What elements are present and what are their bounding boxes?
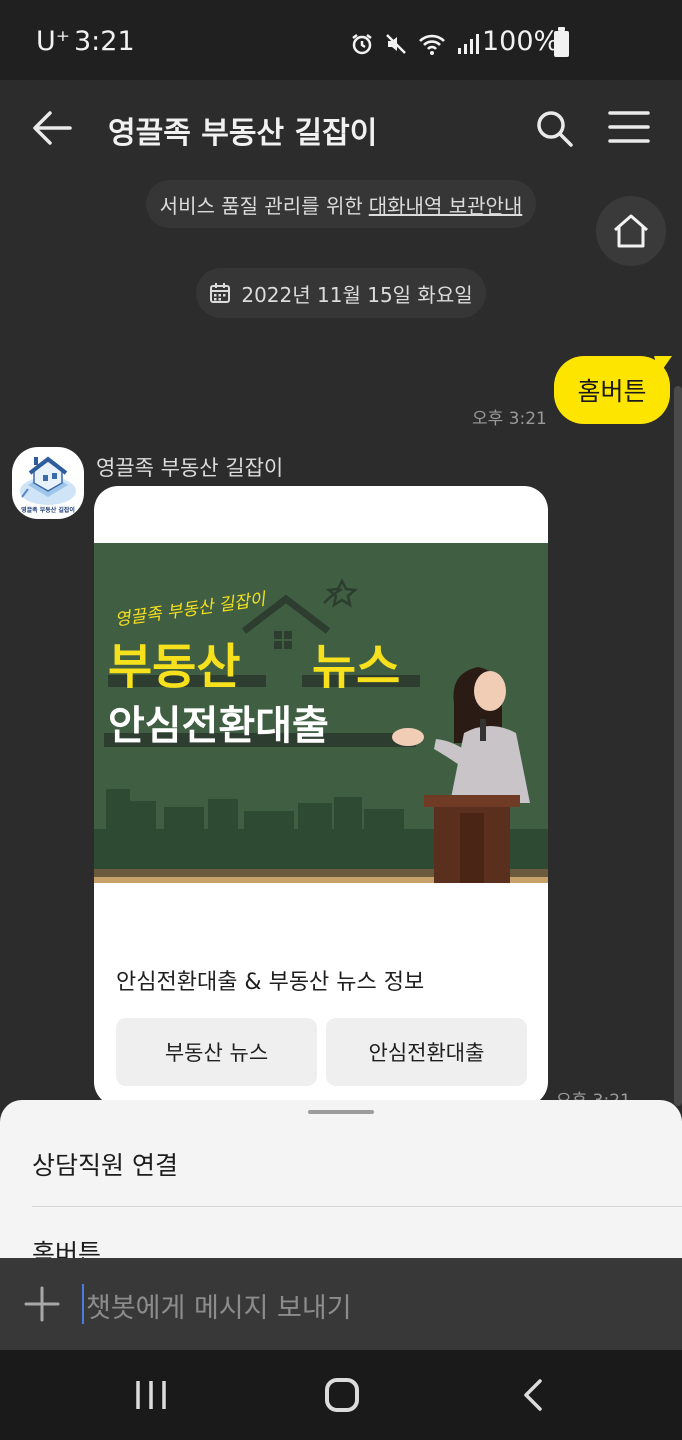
date-divider: 2022년 11월 15일 화요일	[196, 268, 486, 318]
bot-name: 영끌족 부동산 길잡이	[96, 456, 284, 480]
clock: 3:21	[74, 26, 135, 57]
card-image-title-1: 부동산	[108, 639, 241, 695]
nav-back-icon[interactable]	[520, 1378, 546, 1412]
quick-reply-sheet: 상담직원 연결 홈버튼	[0, 1100, 682, 1270]
status-icons	[350, 30, 480, 58]
user-message-time: 오후 3:21	[472, 409, 547, 429]
chat-header: 영끌족 부동산 길잡이	[0, 80, 682, 176]
sheet-grabber[interactable]	[308, 1110, 374, 1114]
scrollbar[interactable]	[674, 386, 682, 1106]
system-nav-bar	[0, 1350, 682, 1440]
battery-percent: 100%	[482, 26, 560, 57]
signal-icon	[458, 34, 479, 54]
card-image-title-2: 뉴스	[312, 639, 401, 695]
sheet-divider	[32, 1206, 682, 1207]
status-bar: U⁺ 3:21 100%	[0, 0, 682, 80]
real-estate-news-button[interactable]: 부동산 뉴스	[116, 1018, 317, 1086]
home-button[interactable]	[596, 196, 666, 266]
card-description: 안심전환대출 & 부동산 뉴스 정보	[116, 970, 425, 995]
chat-title: 영끌족 부동산 길잡이	[108, 116, 378, 151]
card-image-title-3: 안심전환대출	[108, 703, 329, 749]
battery-icon	[554, 27, 569, 57]
bot-avatar[interactable]: 영끌족 부동산 길잡이	[12, 447, 84, 519]
recents-icon[interactable]	[134, 1380, 168, 1410]
safe-conversion-loan-button[interactable]: 안심전환대출	[326, 1018, 527, 1086]
mute-icon	[386, 34, 406, 54]
user-message[interactable]: 홈버튼	[554, 356, 670, 424]
nav-home-icon[interactable]	[325, 1378, 359, 1412]
plus-icon[interactable]	[24, 1286, 60, 1322]
retention-notice: 서비스 품질 관리를 위한 대화내역 보관안내	[146, 180, 536, 228]
alarm-icon	[352, 34, 372, 55]
user-message-text: 홈버튼	[577, 377, 647, 406]
search-icon[interactable]	[534, 108, 574, 148]
carousel-card[interactable]: 영끌족 부동산 길잡이 부동산 뉴스 안심전환대출 안심전환대출 & 부동산 뉴…	[94, 486, 548, 1106]
message-input-bar: 챗봇에게 메시지 보내기	[0, 1258, 682, 1350]
home-icon	[614, 214, 648, 248]
carrier-label: U⁺	[36, 26, 71, 57]
notice-text: 서비스 품질 관리를 위한	[159, 193, 363, 218]
calendar-icon	[210, 283, 231, 303]
avatar-caption: 영끌족 부동산 길잡이	[21, 507, 75, 514]
text-cursor	[82, 1284, 84, 1324]
back-arrow-icon[interactable]	[30, 108, 74, 148]
notice-link[interactable]: 대화내역 보관안내	[369, 190, 523, 219]
date-text: 2022년 11월 15일 화요일	[241, 282, 473, 307]
wifi-icon	[419, 34, 445, 55]
sheet-item-connect-agent[interactable]: 상담직원 연결	[32, 1146, 178, 1182]
card-image[interactable]: 영끌족 부동산 길잡이 부동산 뉴스 안심전환대출	[94, 543, 548, 883]
menu-icon[interactable]	[608, 110, 650, 144]
message-input[interactable]: 챗봇에게 메시지 보내기	[86, 1286, 352, 1325]
